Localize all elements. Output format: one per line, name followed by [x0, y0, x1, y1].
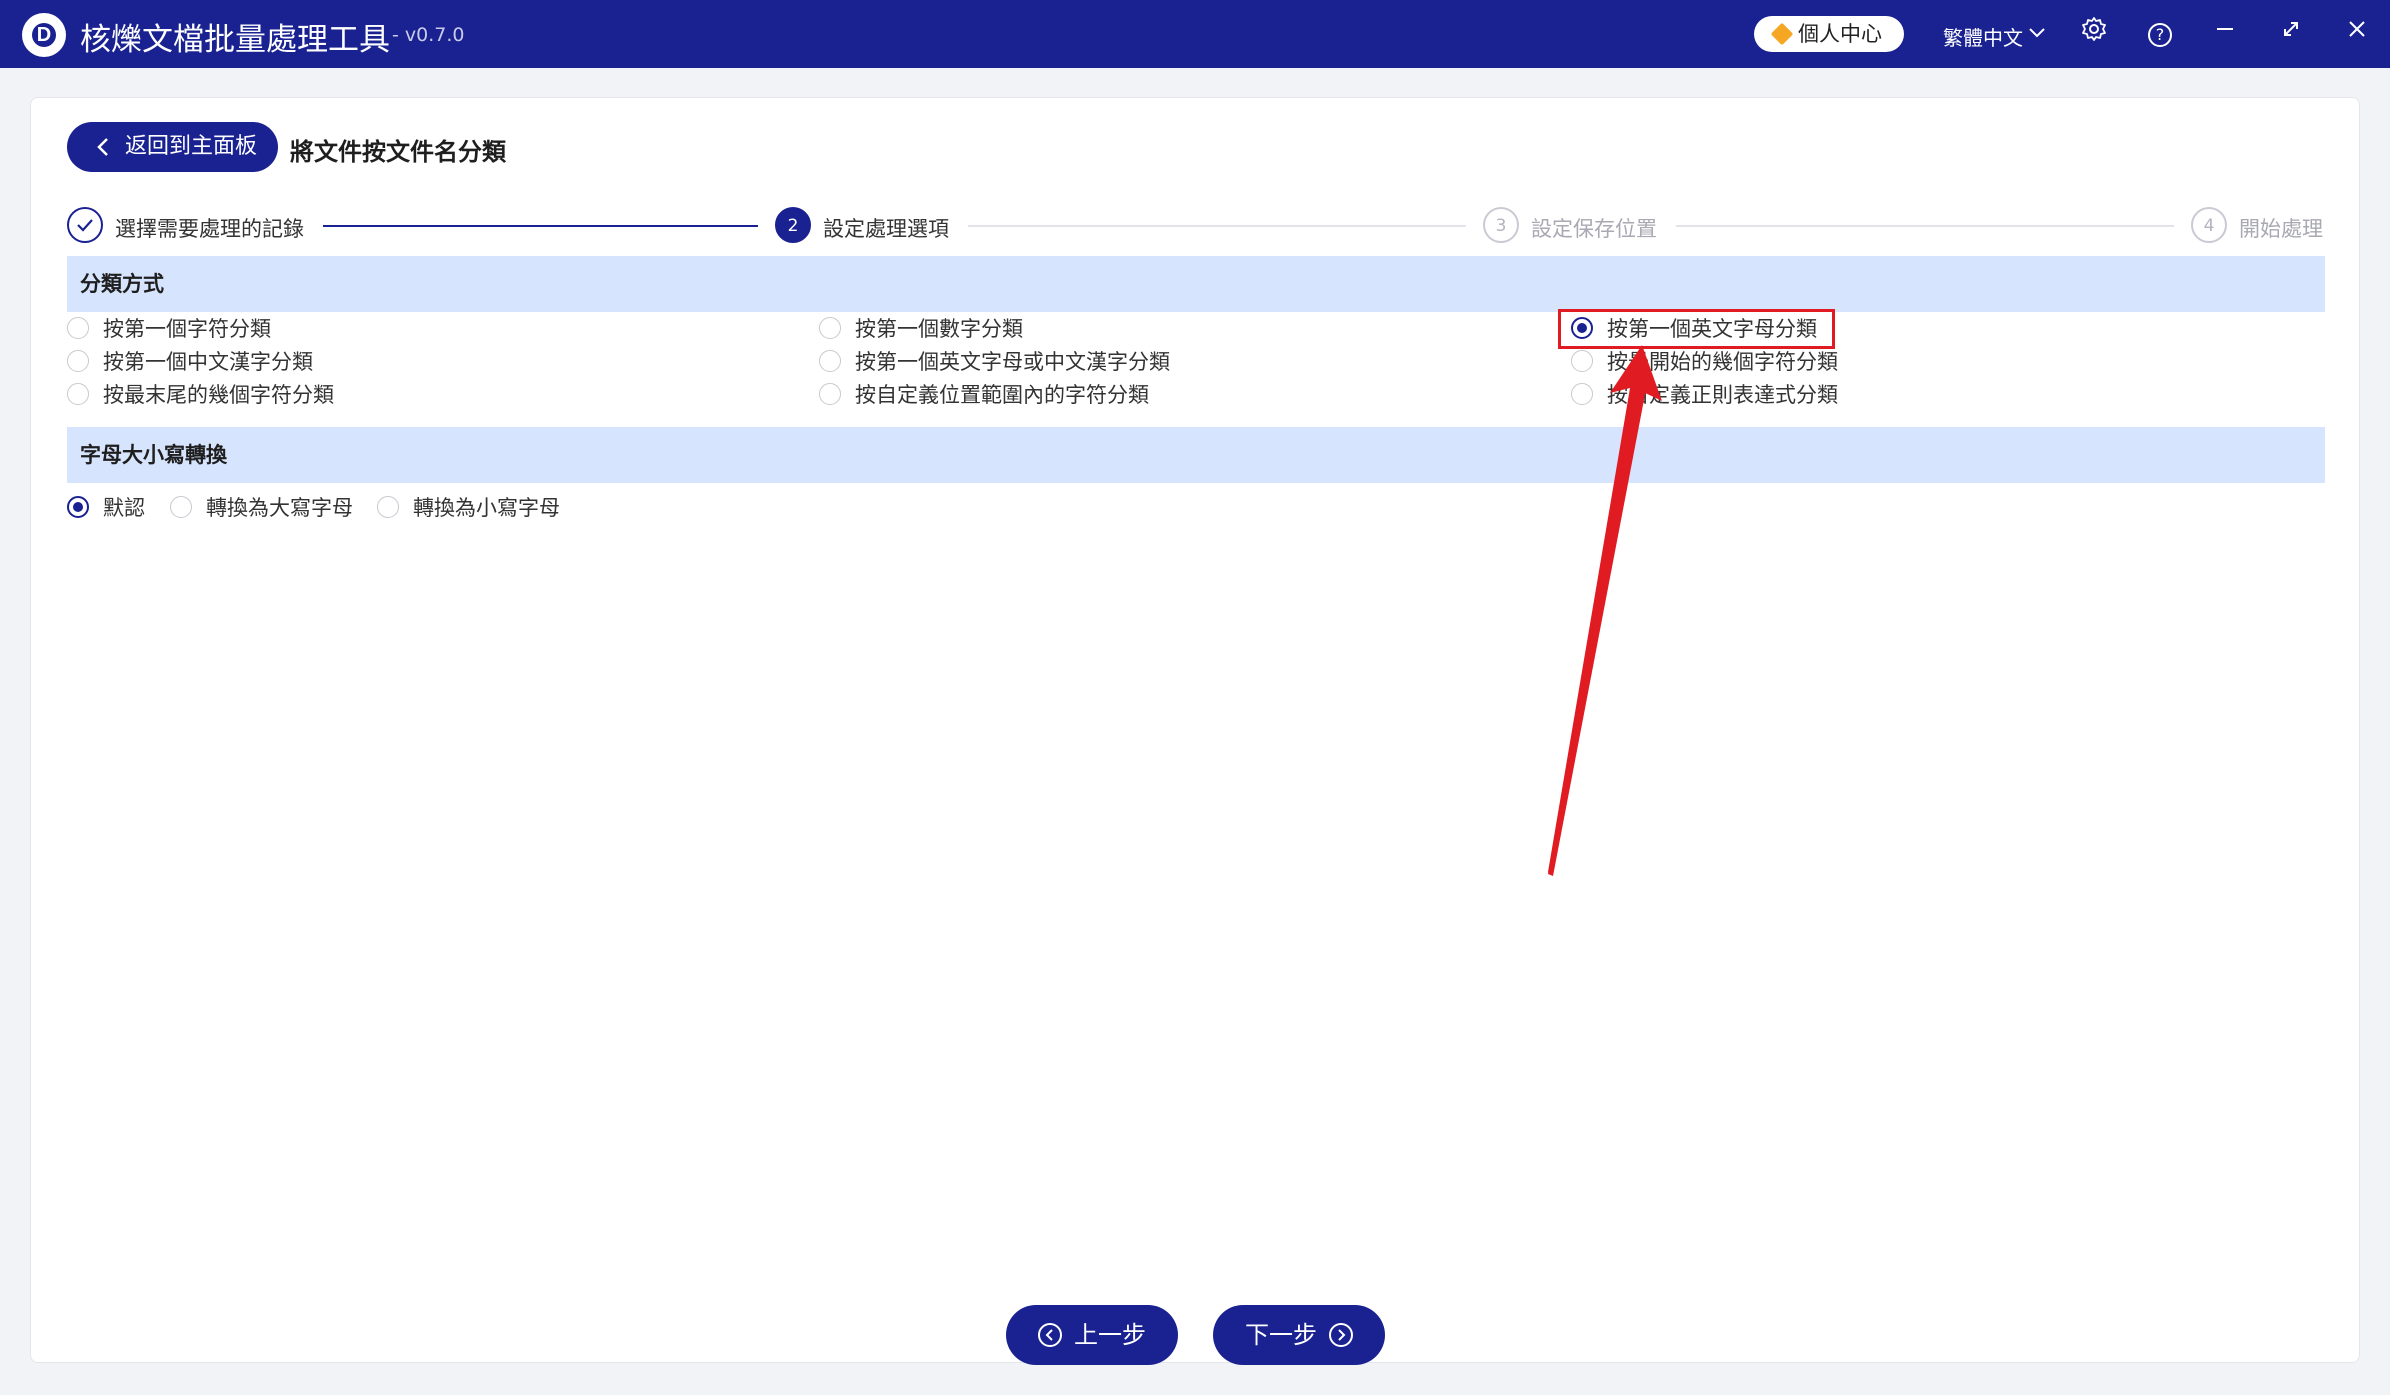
minimize-icon[interactable]: [2209, 16, 2241, 48]
radio-circle: [1571, 350, 1593, 372]
step-1-check-icon: [67, 207, 103, 243]
radio-circle: [67, 350, 89, 372]
app-title: 核爍文檔批量處理工具: [80, 22, 390, 58]
language-selector[interactable]: 繁體中文: [1943, 22, 2023, 51]
title-bar: D 核爍文檔批量處理工具 - v0.7.0 個人中心 繁體中文 ?: [0, 0, 2390, 68]
help-icon[interactable]: ?: [2144, 16, 2176, 48]
radio-label: 按自定義正則表達式分類: [1607, 383, 1838, 407]
radio-circle: [170, 496, 192, 518]
radio-circle: [819, 383, 841, 405]
app-logo-icon: D: [22, 13, 66, 57]
radio-circle: [1571, 383, 1593, 405]
step-4-label: 開始處理: [2239, 217, 2323, 241]
radio-circle: [819, 350, 841, 372]
chevron-left-circle-icon: [1038, 1323, 1062, 1347]
step-2-number: 2: [775, 207, 811, 243]
annotation-highlight-box: [1558, 309, 1835, 349]
gear-icon[interactable]: [2078, 16, 2110, 48]
back-to-dashboard-button[interactable]: 返回到主面板: [67, 122, 278, 172]
maximize-icon[interactable]: [2275, 16, 2307, 48]
case-conversion-heading: 字母大小寫轉換: [67, 427, 2325, 483]
page-title: 將文件按文件名分類: [290, 138, 506, 166]
next-step-label: 下一步: [1245, 1321, 1317, 1349]
next-step-button[interactable]: 下一步: [1213, 1305, 1385, 1365]
step-connector-1: [323, 225, 758, 227]
vip-diamond-icon: [1770, 22, 1794, 46]
step-3-label: 設定保存位置: [1531, 217, 1657, 241]
radio-circle: [819, 317, 841, 339]
radio-circle: [67, 317, 89, 339]
radio-circle: [377, 496, 399, 518]
radio-label: 按最末尾的幾個字符分類: [103, 383, 334, 407]
radio-label: 按第一個英文字母或中文漢字分類: [855, 350, 1170, 374]
chevron-down-icon[interactable]: [2028, 20, 2046, 51]
chevron-left-icon: [95, 122, 111, 189]
radio-label: 轉換為小寫字母: [413, 496, 560, 520]
step-1-label: 選擇需要處理的記錄: [115, 217, 304, 241]
step-connector-3: [1676, 225, 2174, 227]
app-version: - v0.7.0: [392, 24, 465, 46]
radio-label: 轉換為大寫字母: [206, 496, 353, 520]
step-2-label: 設定處理選項: [823, 217, 949, 241]
user-center-label: 個人中心: [1798, 22, 1882, 46]
radio-circle-checked: [67, 496, 89, 518]
prev-step-button[interactable]: 上一步: [1006, 1305, 1178, 1365]
radio-label: 按最開始的幾個字符分類: [1607, 350, 1838, 374]
close-icon[interactable]: [2341, 16, 2373, 48]
radio-label: 按第一個中文漢字分類: [103, 350, 313, 374]
radio-label: 默認: [103, 496, 145, 520]
step-connector-2: [968, 225, 1466, 227]
back-button-label: 返回到主面板: [125, 134, 258, 159]
step-4-number: 4: [2191, 207, 2227, 243]
classification-heading: 分類方式: [67, 256, 2325, 312]
radio-label: 按第一個數字分類: [855, 317, 1023, 341]
radio-label: 按第一個字符分類: [103, 317, 271, 341]
user-center-button[interactable]: 個人中心: [1754, 16, 1904, 52]
radio-label: 按自定義位置範圍內的字符分類: [855, 383, 1149, 407]
prev-step-label: 上一步: [1074, 1321, 1146, 1349]
step-3-number: 3: [1483, 207, 1519, 243]
radio-circle: [67, 383, 89, 405]
chevron-right-circle-icon: [1329, 1323, 1353, 1347]
